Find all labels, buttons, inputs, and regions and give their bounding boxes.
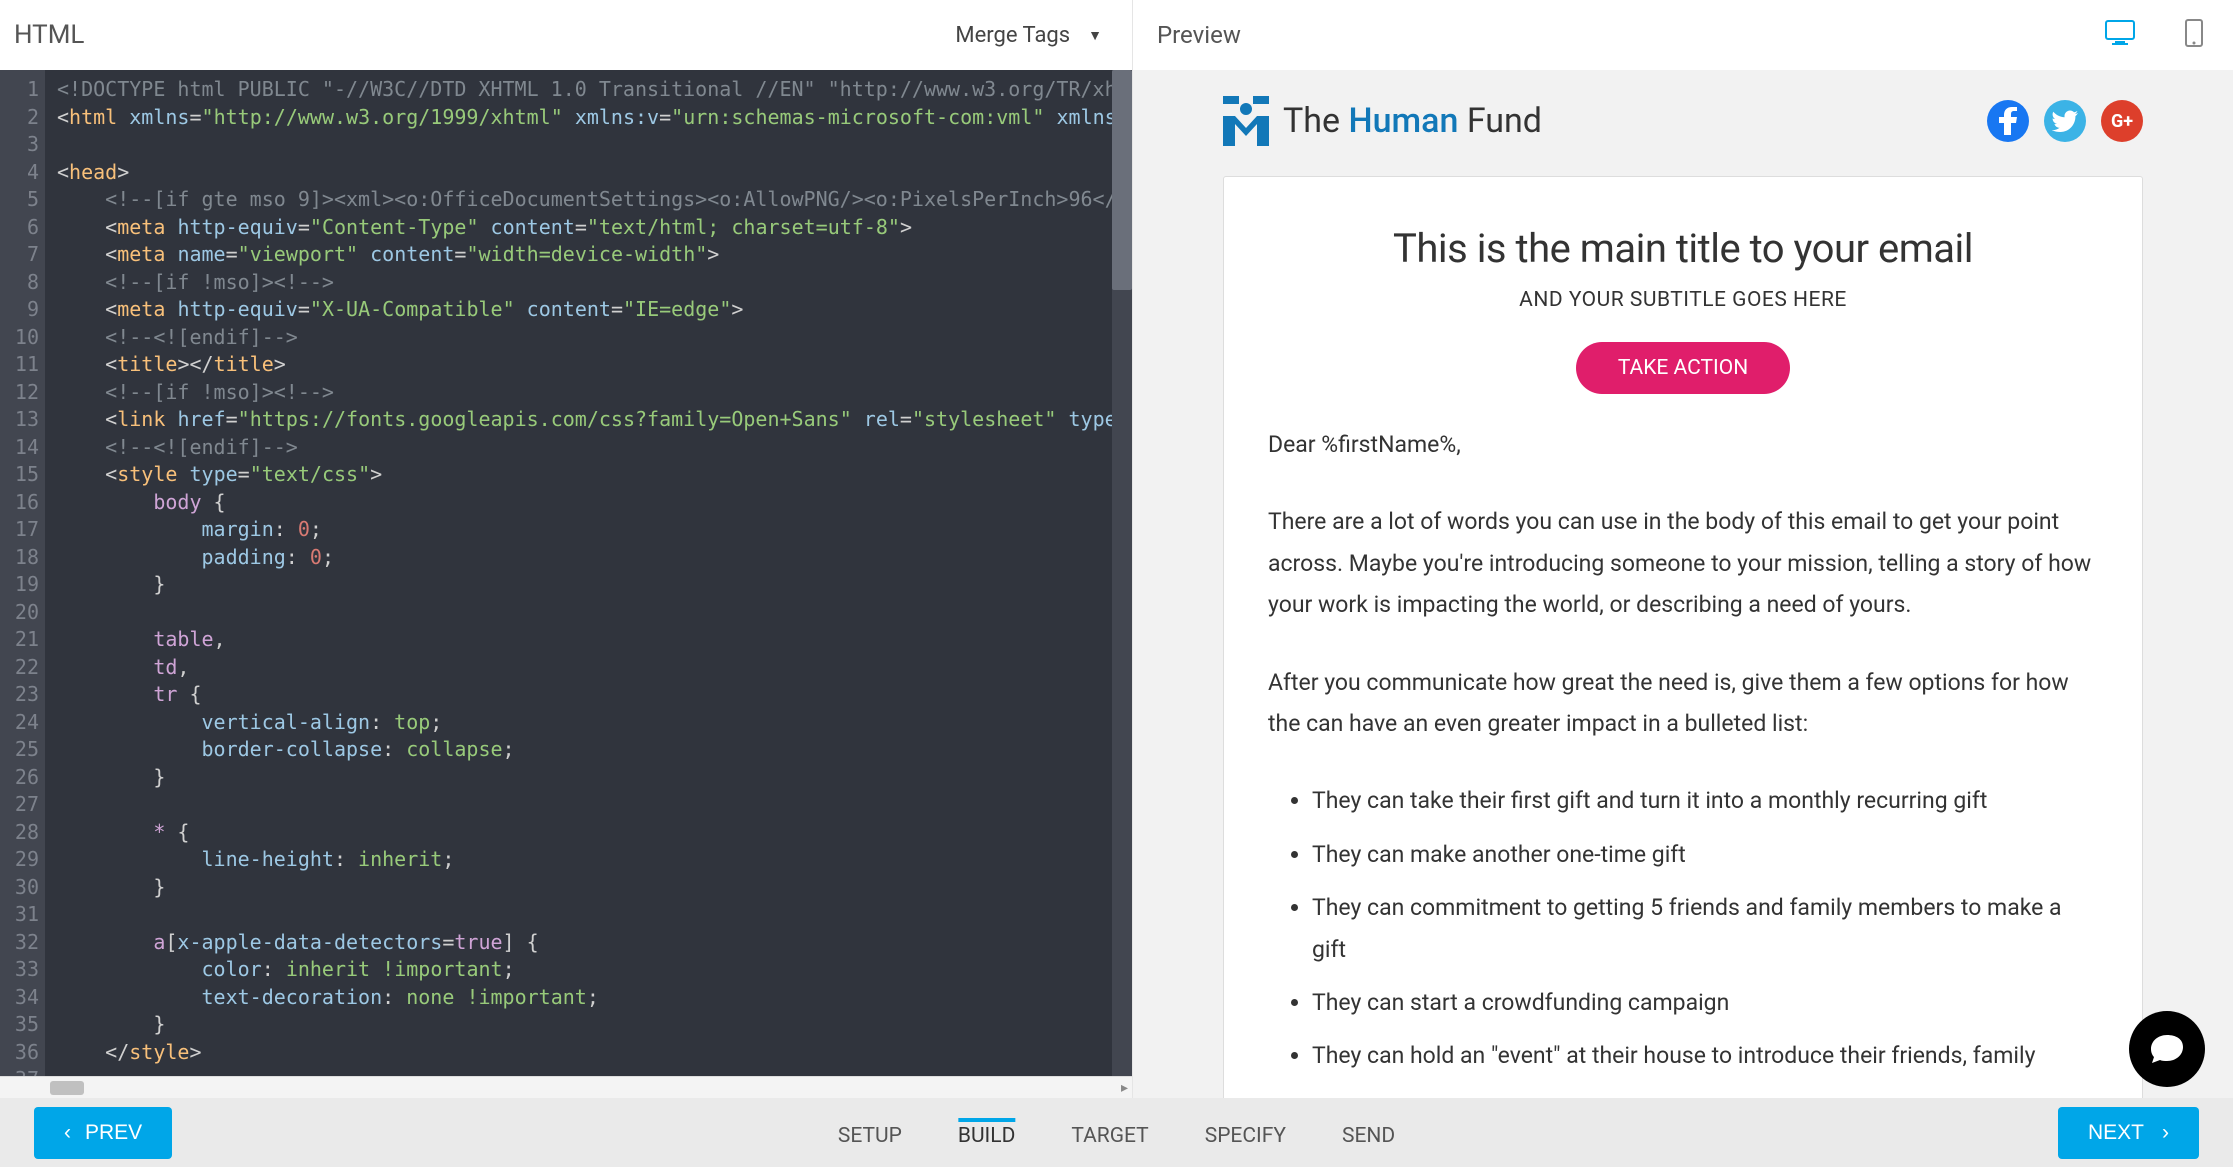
- bullet-list: They can take their first gift and turn …: [1268, 780, 2098, 1076]
- merge-tags-label: Merge Tags: [955, 23, 1070, 48]
- list-item: They can make another one-time gift: [1312, 834, 2098, 875]
- code-body[interactable]: <!DOCTYPE html PUBLIC "-//W3C//DTD XHTML…: [45, 70, 1132, 1076]
- scrollbar-thumb[interactable]: [50, 1081, 84, 1095]
- prev-button[interactable]: ‹ PREV: [34, 1107, 172, 1159]
- greeting: Dear %firstName%,: [1268, 424, 2098, 465]
- scroll-right-icon[interactable]: ▸: [1121, 1080, 1128, 1096]
- chat-widget[interactable]: [2129, 1011, 2205, 1087]
- email-card: This is the main title to your email AND…: [1223, 176, 2143, 1098]
- logo-text-pre: The: [1283, 101, 1348, 141]
- merge-tags-dropdown[interactable]: Merge Tags ▼: [955, 23, 1102, 48]
- logo: The Human Fund: [1223, 96, 1542, 146]
- body-paragraph: There are a lot of words you can use in …: [1268, 501, 2098, 625]
- chevron-right-icon: ›: [2162, 1121, 2169, 1145]
- prev-label: PREV: [85, 1121, 142, 1145]
- logo-icon: [1223, 96, 1269, 146]
- step-nav: SETUP BUILD TARGET SPECIFY SEND: [838, 1118, 1395, 1148]
- editor-header: HTML Merge Tags ▼: [0, 0, 1132, 70]
- logo-text-highlight: Human: [1348, 101, 1458, 141]
- code-editor[interactable]: 1234567891011121314151617181920212223242…: [0, 70, 1132, 1076]
- step-specify[interactable]: SPECIFY: [1205, 1118, 1286, 1148]
- vertical-scrollbar[interactable]: [1112, 70, 1132, 1076]
- step-setup[interactable]: SETUP: [838, 1118, 902, 1148]
- step-build[interactable]: BUILD: [958, 1118, 1016, 1148]
- email-subtitle: AND YOUR SUBTITLE GOES HERE: [1268, 288, 2098, 312]
- chevron-down-icon: ▼: [1088, 27, 1102, 44]
- chevron-left-icon: ‹: [64, 1121, 71, 1145]
- next-label: NEXT: [2088, 1121, 2144, 1145]
- chat-icon: [2149, 1033, 2185, 1065]
- step-target[interactable]: TARGET: [1071, 1118, 1148, 1148]
- bottom-nav: ‹ PREV SETUP BUILD TARGET SPECIFY SEND NEXT ›: [0, 1098, 2233, 1167]
- email-title: This is the main title to your email: [1268, 225, 2098, 272]
- step-send[interactable]: SEND: [1342, 1118, 1395, 1148]
- preview-header: Preview: [1133, 0, 2233, 70]
- preview-panel: Preview: [1133, 0, 2233, 1098]
- line-gutter: 1234567891011121314151617181920212223242…: [0, 70, 45, 1076]
- list-item: They can start a crowdfunding campaign: [1312, 982, 2098, 1023]
- body-paragraph: After you communicate how great the need…: [1268, 662, 2098, 745]
- mobile-icon[interactable]: [2185, 19, 2203, 51]
- list-item: They can take their first gift and turn …: [1312, 780, 2098, 821]
- list-item: They can hold an "event" at their house …: [1312, 1035, 2098, 1076]
- facebook-icon[interactable]: [1987, 100, 2029, 142]
- logo-text-post: Fund: [1458, 101, 1542, 141]
- desktop-icon[interactable]: [2105, 20, 2135, 50]
- scrollbar-thumb[interactable]: [1112, 70, 1132, 290]
- preview-body: The Human Fund G+ This is the main title…: [1133, 70, 2233, 1098]
- preview-title: Preview: [1157, 21, 1241, 49]
- list-item: They can commitment to getting 5 friends…: [1312, 887, 2098, 970]
- cta-button[interactable]: TAKE ACTION: [1576, 342, 1790, 394]
- googleplus-icon[interactable]: G+: [2101, 100, 2143, 142]
- twitter-icon[interactable]: [2044, 100, 2086, 142]
- horizontal-scrollbar[interactable]: ▸: [0, 1076, 1132, 1098]
- editor-panel: HTML Merge Tags ▼ 1234567891011121314151…: [0, 0, 1133, 1098]
- next-button[interactable]: NEXT ›: [2058, 1107, 2199, 1159]
- editor-title: HTML: [14, 20, 84, 50]
